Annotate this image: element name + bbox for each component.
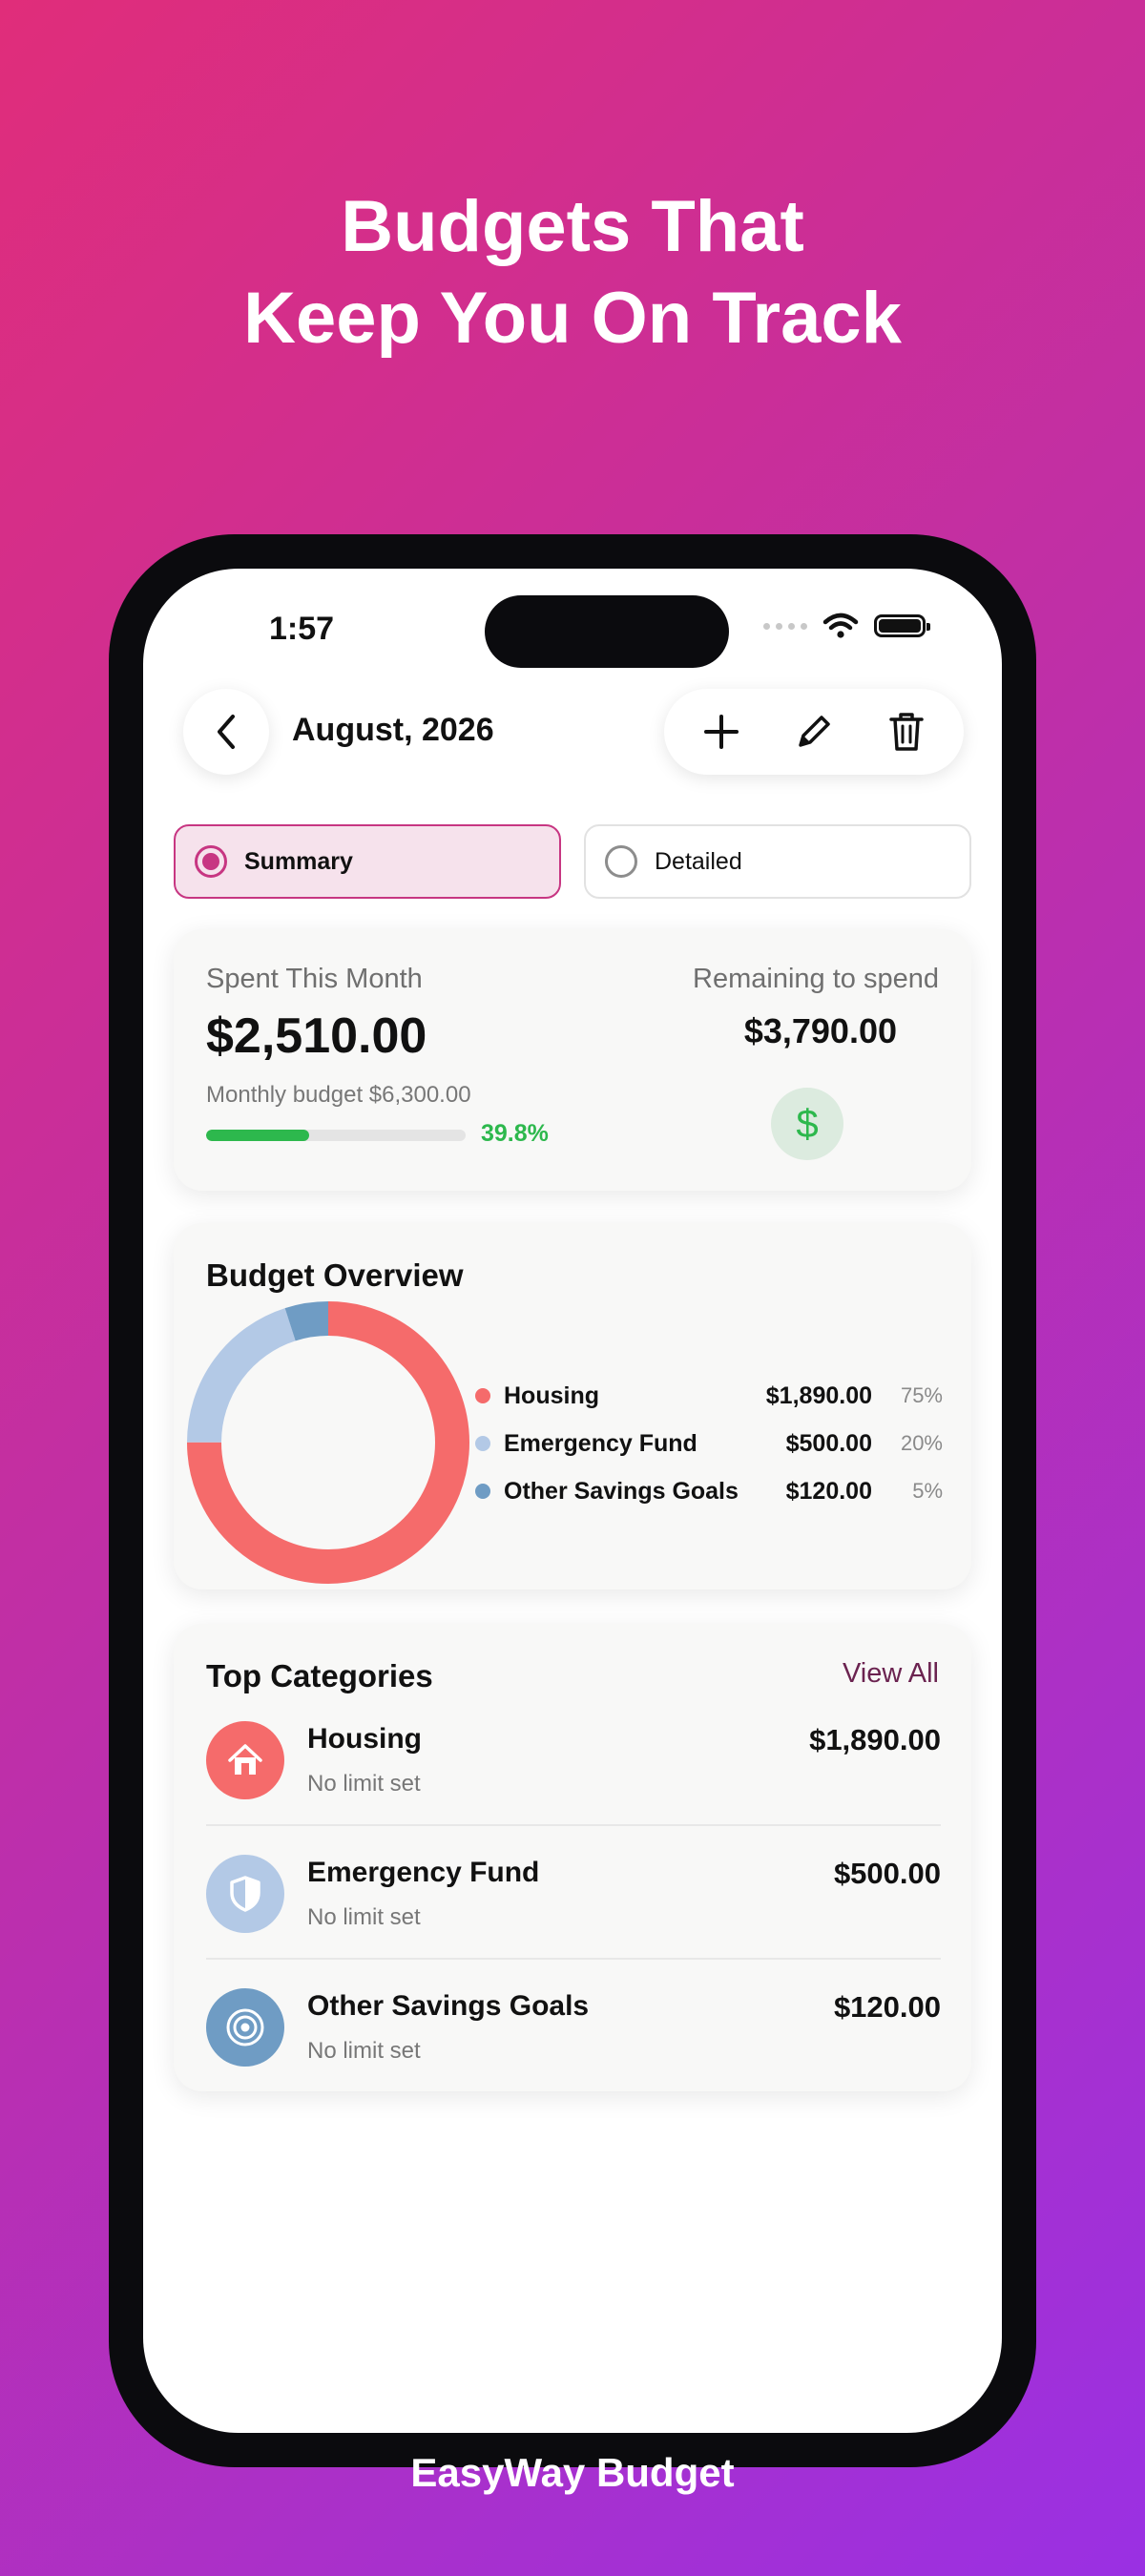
radio-unselected-icon: [605, 845, 637, 878]
edit-button[interactable]: [781, 698, 847, 765]
segment-summary-label: Summary: [244, 847, 353, 875]
chevron-left-icon: [218, 715, 235, 749]
category-row-housing[interactable]: Housing No limit set $1,890.00: [206, 1715, 941, 1849]
phone-screen: 1:57 August, 2026 Summary Detailed Spent…: [143, 569, 1002, 2433]
dollar-icon: $: [771, 1088, 843, 1160]
category-row-other-savings[interactable]: Other Savings Goals No limit set $120.00: [206, 1983, 941, 2116]
status-icons: [763, 613, 930, 639]
dynamic-island: [485, 595, 729, 668]
budget-legend: Housing $1,890.00 75% Emergency Fund $50…: [475, 1372, 943, 1515]
divider: [206, 1958, 941, 1960]
legend-dot: [475, 1436, 490, 1451]
delete-button[interactable]: [873, 698, 940, 765]
back-button[interactable]: [183, 689, 269, 775]
headline: Budgets That Keep You On Track: [0, 181, 1145, 364]
category-amount: $1,890.00: [809, 1723, 941, 1756]
legend-amount: $1,890.00: [765, 1381, 872, 1409]
top-categories-card: Top Categories View All Housing No limit…: [174, 1624, 971, 2091]
budget-progress-bar: [206, 1130, 466, 1141]
shield-icon: [206, 1855, 284, 1933]
home-icon: [206, 1721, 284, 1799]
legend-amount: $120.00: [785, 1477, 872, 1505]
legend-name: Housing: [504, 1381, 599, 1409]
category-name: Housing: [307, 1723, 422, 1755]
category-name: Emergency Fund: [307, 1857, 540, 1888]
legend-amount: $500.00: [785, 1429, 872, 1457]
status-time: 1:57: [269, 611, 335, 647]
budget-overview-title: Budget Overview: [206, 1257, 464, 1293]
target-icon: [206, 1988, 284, 2067]
legend-percent: 20%: [900, 1431, 943, 1455]
legend-dot: [475, 1388, 490, 1403]
legend-percent: 75%: [900, 1383, 943, 1407]
app-brand: EasyWay Budget: [410, 2450, 735, 2495]
pencil-icon: [799, 716, 830, 747]
spent-label: Spent This Month: [206, 964, 423, 994]
top-categories-title: Top Categories: [206, 1658, 433, 1693]
trash-icon: [888, 713, 924, 751]
segment-summary[interactable]: Summary: [174, 824, 561, 899]
segment-detailed[interactable]: Detailed: [584, 824, 971, 899]
remaining-label: Remaining to spend: [693, 964, 939, 994]
segment-detailed-label: Detailed: [655, 847, 742, 875]
budget-progress-percent: 39.8%: [481, 1120, 549, 1147]
spent-card: Spent This Month $2,510.00 Monthly budge…: [174, 929, 971, 1191]
month-title: August, 2026: [292, 712, 494, 748]
view-all-link[interactable]: View All: [843, 1658, 939, 1690]
remaining-amount: $3,790.00: [743, 1011, 897, 1050]
legend-percent: 5%: [912, 1479, 943, 1503]
battery-icon: [874, 614, 930, 637]
spent-amount: $2,510.00: [206, 1008, 427, 1064]
legend-row-housing: Housing $1,890.00 75%: [475, 1372, 943, 1420]
budget-donut-chart: [187, 1301, 469, 1584]
category-amount: $120.00: [833, 1990, 941, 2024]
legend-name: Emergency Fund: [504, 1429, 697, 1457]
category-limit: No limit set: [307, 1771, 421, 1797]
signal-icon: [763, 622, 807, 630]
wifi-icon: [822, 613, 859, 638]
category-name: Other Savings Goals: [307, 1990, 590, 2022]
budget-overview-card: Budget Overview Housing $1,890.00 75% Em…: [174, 1223, 971, 1589]
action-toolbar: [664, 689, 964, 775]
headline-line-1: Budgets That: [341, 186, 804, 267]
plus-icon: [704, 715, 739, 749]
budget-progress-fill: [206, 1130, 310, 1141]
headline-line-2: Keep You On Track: [243, 278, 902, 359]
monthly-budget: Monthly budget $6,300.00: [206, 1082, 471, 1108]
legend-row-other-savings: Other Savings Goals $120.00 5%: [475, 1467, 943, 1515]
divider: [206, 1824, 941, 1826]
radio-selected-icon: [195, 845, 227, 878]
legend-dot: [475, 1484, 490, 1499]
add-button[interactable]: [688, 698, 755, 765]
category-row-emergency-fund[interactable]: Emergency Fund No limit set $500.00: [206, 1849, 941, 1983]
legend-row-emergency-fund: Emergency Fund $500.00 20%: [475, 1420, 943, 1467]
category-amount: $500.00: [833, 1857, 941, 1890]
legend-name: Other Savings Goals: [504, 1477, 739, 1505]
category-limit: No limit set: [307, 2038, 421, 2064]
phone-frame: 1:57 August, 2026 Summary Detailed Spent…: [109, 534, 1036, 2467]
category-limit: No limit set: [307, 1904, 421, 1930]
